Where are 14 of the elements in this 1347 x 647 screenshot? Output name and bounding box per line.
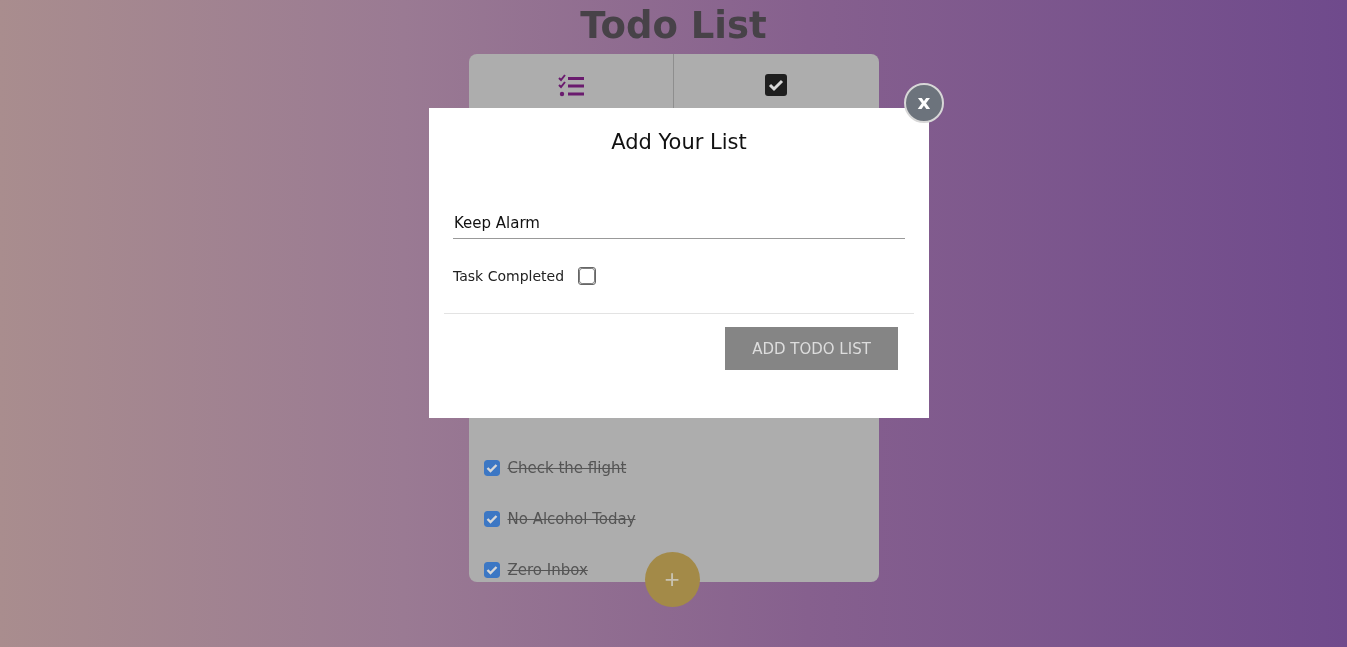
todo-text: No Alcohol Today [507,509,636,528]
todo-checkbox[interactable] [483,561,500,578]
todo-checkbox[interactable] [483,459,500,476]
dialog-title: Add Your List [610,130,748,154]
close-button[interactable]: x [904,83,944,123]
app-title: Todo List [580,4,767,48]
todo-text: Zero Inbox [507,560,588,579]
completed-label: Task Completed [453,268,565,284]
todo-text: Check the flight [507,458,627,477]
todo-checkbox[interactable] [483,510,500,527]
add-todo-button[interactable]: ADD TODO LIST [725,327,898,370]
completed-checkbox[interactable] [578,267,597,285]
checkbox-icon [765,74,788,96]
checklist-icon [557,74,584,98]
